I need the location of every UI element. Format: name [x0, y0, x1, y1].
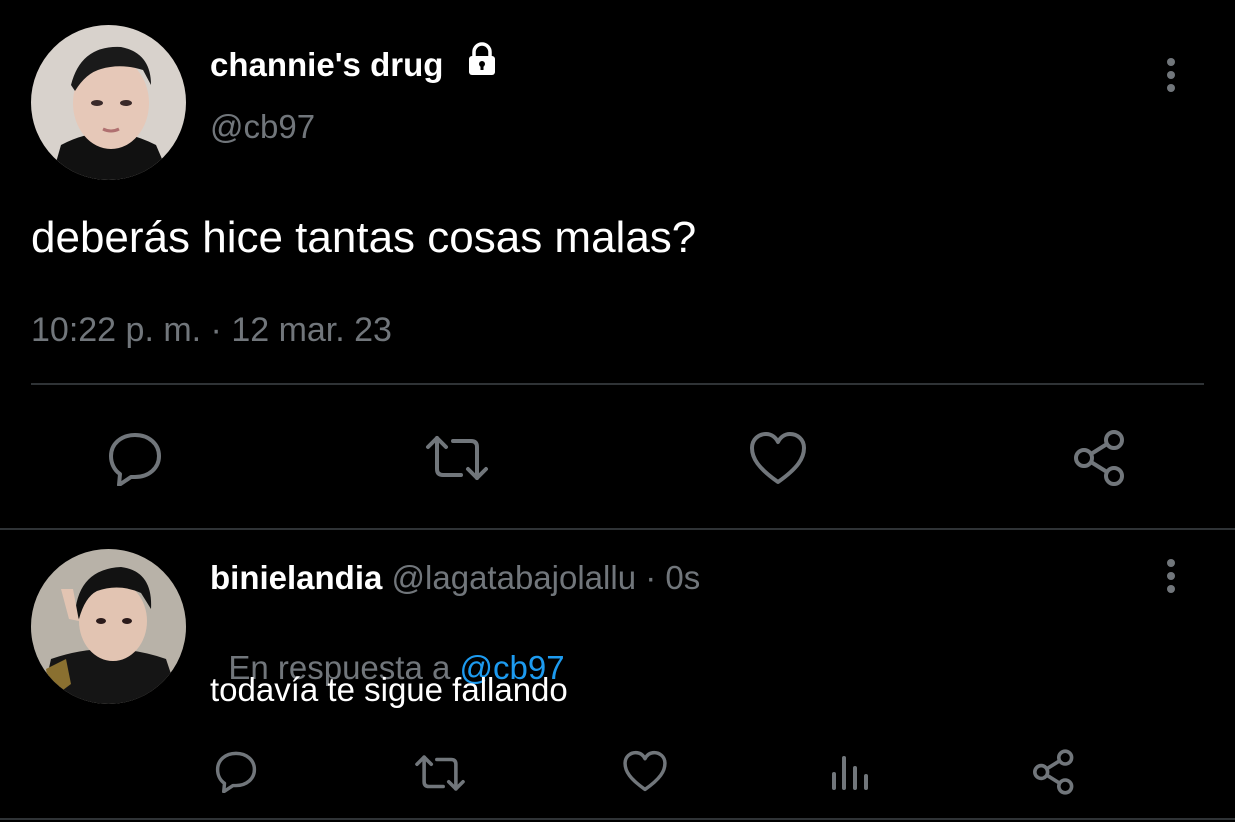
- like-icon[interactable]: [748, 430, 808, 486]
- like-icon[interactable]: [622, 749, 668, 793]
- author-display-name[interactable]: channie's drug: [210, 45, 443, 85]
- reply-header: binielandia @lagatabajolallu · 0s: [210, 558, 700, 598]
- reply-icon[interactable]: [213, 749, 259, 793]
- time-separator: ·: [636, 559, 666, 596]
- reply-avatar[interactable]: [31, 549, 186, 704]
- author-avatar[interactable]: [31, 25, 186, 180]
- views-icon[interactable]: [828, 752, 872, 792]
- reply-display-name[interactable]: binielandia: [210, 559, 382, 596]
- divider: [31, 383, 1204, 385]
- more-vertical-icon[interactable]: [1158, 55, 1184, 95]
- tweet-text: deberás hice tantas cosas malas?: [31, 213, 697, 262]
- author-handle[interactable]: @cb97: [210, 107, 315, 147]
- reply-icon[interactable]: [105, 430, 165, 486]
- lock-icon: [464, 41, 500, 77]
- reply-time[interactable]: 0s: [665, 559, 700, 596]
- retweet-icon[interactable]: [423, 433, 491, 483]
- retweet-icon[interactable]: [413, 753, 467, 793]
- share-icon[interactable]: [1030, 748, 1078, 796]
- reply-text: todavía te sigue fallando: [210, 671, 568, 708]
- bottom-divider: [0, 818, 1235, 820]
- section-divider: [0, 528, 1235, 530]
- share-icon[interactable]: [1070, 428, 1130, 488]
- reply-handle[interactable]: @lagatabajolallu: [392, 559, 637, 596]
- more-vertical-icon[interactable]: [1158, 556, 1184, 596]
- tweet-timestamp[interactable]: 10:22 p. m. · 12 mar. 23: [31, 309, 392, 351]
